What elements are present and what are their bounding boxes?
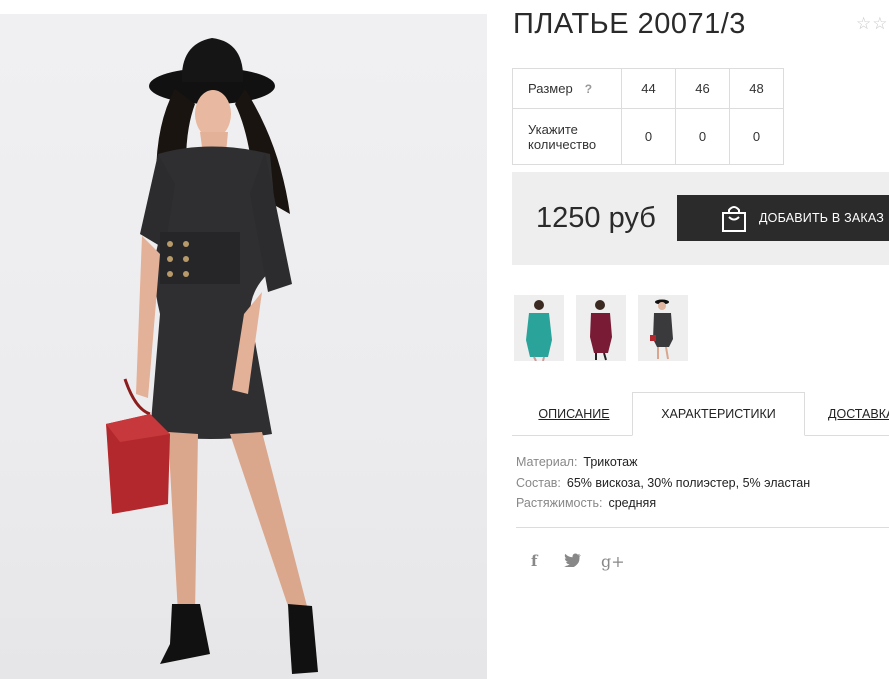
- size-label-cell: Размер?: [512, 68, 622, 109]
- size-48: 48: [729, 68, 784, 109]
- thumbnail-black[interactable]: [638, 295, 688, 361]
- google-plus-icon[interactable]: g+: [601, 552, 625, 571]
- rating-stars[interactable]: ☆☆: [856, 14, 888, 34]
- help-icon[interactable]: ?: [585, 82, 592, 96]
- size-44: 44: [621, 68, 676, 109]
- tab-delivery-label: ДОСТАВКА: [828, 407, 889, 421]
- size-label: Размер: [528, 81, 573, 96]
- shopping-bag-icon: [722, 206, 746, 232]
- facebook-icon[interactable]: f: [531, 552, 537, 570]
- thumbnail-teal[interactable]: [514, 295, 564, 361]
- spec-key: Материал:: [516, 455, 578, 469]
- spec-row-composition: Состав: 65% вискоза, 30% полиэстер, 5% эл…: [516, 476, 810, 490]
- quantity-label-line2: количество: [528, 136, 597, 152]
- quantity-input-44[interactable]: 0: [621, 108, 676, 165]
- spec-value: средняя: [608, 496, 657, 510]
- tab-characteristics-label: ХАРАКТЕРИСТИКИ: [661, 407, 776, 421]
- size-quantity-table: Размер? 44 46 48 Укажите количество 0 0 …: [512, 68, 784, 165]
- quantity-input-48[interactable]: 0: [729, 108, 784, 165]
- price: 1250 руб: [536, 202, 656, 234]
- spec-row-material: Материал: Трикотаж: [516, 455, 637, 469]
- tab-characteristics[interactable]: ХАРАКТЕРИСТИКИ: [632, 392, 805, 436]
- thumbnail-burgundy[interactable]: [576, 295, 626, 361]
- product-title: ПЛАТЬЕ 20071/3: [513, 8, 746, 40]
- add-to-order-button[interactable]: ДОБАВИТЬ В ЗАКАЗ: [677, 195, 889, 241]
- tab-delivery[interactable]: ДОСТАВКА: [828, 392, 889, 436]
- spec-key: Состав:: [516, 476, 561, 490]
- quantity-label-line1: Укажите: [528, 121, 578, 137]
- add-to-order-label: ДОБАВИТЬ В ЗАКАЗ: [759, 211, 885, 225]
- spec-value: Трикотаж: [583, 455, 638, 469]
- tab-description[interactable]: ОПИСАНИЕ: [526, 392, 622, 436]
- quantity-input-46[interactable]: 0: [675, 108, 730, 165]
- product-main-photo[interactable]: [0, 14, 487, 679]
- price-panel: 1250 руб ДОБАВИТЬ В ЗАКАЗ: [512, 172, 889, 265]
- spec-key: Растяжимость:: [516, 496, 603, 510]
- spec-row-stretch: Растяжимость: средняя: [516, 496, 656, 510]
- social-divider: [516, 527, 889, 528]
- size-46: 46: [675, 68, 730, 109]
- quantity-label-cell: Укажите количество: [512, 108, 622, 165]
- tab-description-label: ОПИСАНИЕ: [538, 407, 610, 421]
- spec-value: 65% вискоза, 30% полиэстер, 5% эластан: [566, 476, 811, 490]
- twitter-icon[interactable]: [564, 553, 581, 571]
